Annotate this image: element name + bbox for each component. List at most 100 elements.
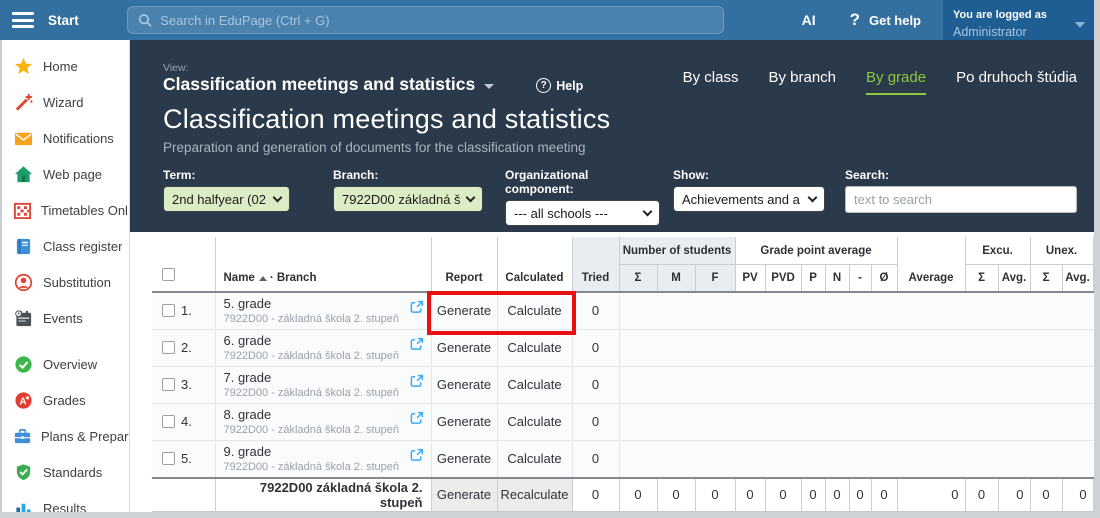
row-checkbox[interactable]	[162, 415, 175, 428]
row-checkbox[interactable]	[162, 452, 175, 465]
term-select[interactable]: 2nd halfyear (02.02	[163, 186, 290, 212]
sidebar-item-timetables[interactable]: Timetables Onl...	[2, 192, 129, 228]
grade-name: 6. grade	[224, 333, 405, 349]
summary-dash: 0	[849, 478, 871, 512]
select-all-checkbox[interactable]	[162, 268, 175, 281]
ai-button[interactable]: AI	[802, 12, 816, 28]
start-menu-button[interactable]: Start	[48, 13, 79, 28]
show-select[interactable]: Achievements and a	[673, 186, 825, 212]
summary-n: 0	[825, 478, 849, 512]
filter-bar: Term: 2nd halfyear (02.02 Branch: 7922D0…	[163, 168, 1077, 226]
page-title: Classification meetings and statistics	[163, 104, 1077, 135]
external-link-icon[interactable]	[410, 337, 424, 354]
sidebar-item-grades[interactable]: A Grades	[2, 382, 129, 418]
question-mark-icon[interactable]: ?	[850, 10, 860, 30]
user-account-dropdown[interactable]: You are logged as Administrator	[943, 0, 1094, 40]
external-link-icon[interactable]	[410, 374, 424, 391]
sidebar-item-standards[interactable]: Standards	[2, 454, 129, 490]
table-row: 2. 6. grade 7922D00 - základná škola 2. …	[152, 329, 1093, 366]
summary-recalculate-link[interactable]: Recalculate	[497, 478, 572, 512]
global-search-box[interactable]	[127, 6, 724, 34]
generate-link[interactable]: Generate	[431, 403, 497, 440]
branch-select[interactable]: 7922D00 základná š	[333, 186, 483, 212]
tab-by-grade[interactable]: By grade	[866, 69, 926, 95]
term-label: Term:	[163, 168, 290, 182]
branch-name: 7922D00 - základná škola 2. stupeň	[224, 423, 405, 437]
tried-value: 0	[572, 440, 619, 478]
calculate-link[interactable]: Calculate	[497, 440, 572, 478]
chevron-down-icon	[484, 84, 494, 89]
chevron-down-icon	[808, 192, 818, 202]
notebook-icon	[13, 236, 34, 256]
get-help-button[interactable]: Get help	[869, 13, 921, 28]
generate-link[interactable]: Generate	[431, 292, 497, 330]
tried-value: 0	[572, 366, 619, 403]
column-header-calculated: Calculated	[497, 237, 572, 292]
logged-as-label: You are logged as	[953, 9, 1047, 21]
sidebar-item-plans[interactable]: Plans & Prepar...	[2, 418, 129, 454]
sidebar-item-wizard[interactable]: Wizard	[2, 84, 129, 120]
help-icon: ?	[536, 78, 551, 93]
grade-name: 7. grade	[224, 370, 405, 386]
column-header-excused-sum: Σ	[965, 265, 998, 292]
summary-female: 0	[695, 478, 735, 512]
generate-link[interactable]: Generate	[431, 329, 497, 366]
branch-name: 7922D00 - základná škola 2. stupeň	[224, 312, 405, 326]
help-button[interactable]: ? Help	[536, 78, 583, 93]
calculate-link[interactable]: Calculate	[497, 366, 572, 403]
column-group-grade-point-average: Grade point average	[735, 237, 897, 265]
table-row: 1. 5. grade 7922D00 - základná škola 2. …	[152, 292, 1093, 330]
column-header-pvd: PVD	[765, 265, 801, 292]
tab-by-branch[interactable]: By branch	[768, 69, 836, 95]
user-name: Administrator	[953, 25, 1027, 39]
column-group-unexcused: Unex.	[1030, 237, 1093, 265]
sidebar-item-class-register[interactable]: Class register	[2, 228, 129, 264]
tab-by-class[interactable]: By class	[683, 69, 739, 95]
sidebar-item-web-page[interactable]: Web page	[2, 156, 129, 192]
view-tabs: By class By branch By grade Po druhoch š…	[653, 69, 1077, 95]
grade-name: 5. grade	[224, 296, 405, 312]
sidebar-item-overview[interactable]: Overview	[2, 346, 129, 382]
sidebar-item-home[interactable]: Home	[2, 48, 129, 84]
top-bar: Start AI ? Get help You are logged as Ad…	[0, 0, 1094, 40]
external-link-icon[interactable]	[410, 300, 424, 317]
column-group-excused: Excu.	[965, 237, 1030, 265]
organizational-component-select[interactable]: --- all schools ---	[505, 200, 660, 226]
tab-po-druhoch-studia[interactable]: Po druhoch štúdia	[956, 69, 1077, 95]
summary-excused-sum: 0	[965, 478, 998, 512]
row-checkbox[interactable]	[162, 304, 175, 317]
sidebar-item-substitution[interactable]: Substitution	[2, 264, 129, 300]
svg-text:A: A	[19, 396, 26, 407]
chevron-down-icon	[466, 192, 476, 202]
empty-stats-cells	[619, 366, 1093, 403]
column-group-number-of-students: Number of students	[619, 237, 735, 265]
search-label: Search:	[845, 168, 1077, 182]
calculate-link[interactable]: Calculate	[497, 329, 572, 366]
table-summary-row: 7922D00 základná škola 2. stupeň Generat…	[152, 478, 1093, 512]
generate-link[interactable]: Generate	[431, 440, 497, 478]
branch-name: 7922D00 - základná škola 2. stupeň	[224, 349, 405, 363]
row-checkbox[interactable]	[162, 341, 175, 354]
table-row: 4. 8. grade 7922D00 - základná škola 2. …	[152, 403, 1093, 440]
external-link-icon[interactable]	[410, 448, 424, 465]
briefcase-icon	[13, 426, 32, 446]
column-header-male: M	[657, 265, 695, 292]
column-header-dash: -	[849, 265, 871, 292]
table-search-input[interactable]	[845, 186, 1077, 213]
shield-check-icon	[13, 462, 34, 482]
global-search-input[interactable]	[160, 13, 713, 28]
external-link-icon[interactable]	[410, 411, 424, 428]
sidebar-item-notifications[interactable]: Notifications	[2, 120, 129, 156]
calculate-link[interactable]: Calculate	[497, 403, 572, 440]
view-label: View:	[163, 62, 494, 74]
generate-link[interactable]: Generate	[431, 366, 497, 403]
hamburger-menu-icon[interactable]	[12, 9, 34, 32]
summary-generate-link[interactable]: Generate	[431, 478, 497, 512]
column-header-name-branch[interactable]: Name· Branch	[215, 237, 431, 292]
sidebar-item-events[interactable]: Events	[2, 300, 129, 336]
view-selector-dropdown[interactable]: Classification meetings and statistics	[163, 74, 494, 95]
house-icon	[13, 164, 34, 184]
show-label: Show:	[673, 168, 825, 182]
row-checkbox[interactable]	[162, 378, 175, 391]
calculate-link[interactable]: Calculate	[497, 292, 572, 330]
